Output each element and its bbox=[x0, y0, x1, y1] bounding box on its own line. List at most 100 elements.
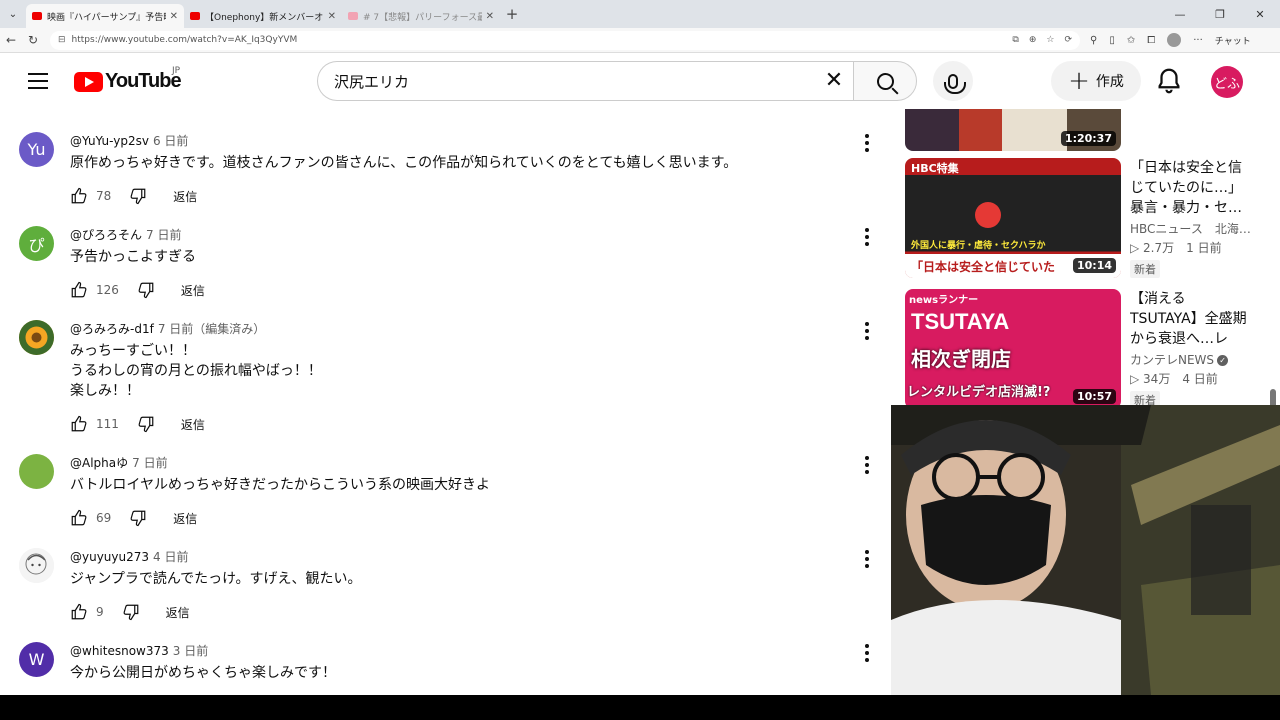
reply-button[interactable]: 返信 bbox=[181, 282, 205, 299]
copilot-chat-button[interactable]: チャット bbox=[1215, 34, 1251, 47]
tab-close-icon[interactable]: ✕ bbox=[170, 11, 178, 22]
comment-author[interactable]: @whitesnow373 bbox=[70, 644, 169, 658]
video-thumbnail[interactable]: HBC特集 外国人に暴行・虐待・セクハラか 「日本は安全と信じていた 10:14 bbox=[905, 158, 1121, 278]
channel-name-row[interactable]: カンテレNEWS ✓ bbox=[1130, 351, 1255, 368]
commenter-avatar[interactable] bbox=[19, 454, 54, 489]
profile-avatar-icon[interactable] bbox=[1167, 33, 1182, 47]
tab-close-icon[interactable]: ✕ bbox=[486, 11, 494, 22]
site-info-icon[interactable]: ⊟ bbox=[58, 35, 66, 45]
comment-author[interactable]: @ぴろろそん bbox=[70, 228, 142, 242]
refresh-page-icon[interactable]: ⟳ bbox=[1064, 35, 1072, 45]
reply-button[interactable]: 返信 bbox=[166, 604, 190, 621]
new-badge: 新着 bbox=[1130, 260, 1160, 278]
like-icon[interactable] bbox=[70, 509, 88, 527]
comment-author[interactable]: @Alphaゆ bbox=[70, 456, 128, 470]
collections-icon[interactable]: ⧠ bbox=[1147, 35, 1155, 46]
comment-more-icon[interactable] bbox=[865, 322, 869, 340]
browser-toolbar: ⚲ ▯ ✩ ⧠ ··· チャット bbox=[1090, 33, 1251, 47]
comment-more-icon[interactable] bbox=[865, 228, 869, 246]
dislike-icon[interactable] bbox=[137, 281, 155, 299]
comment-more-icon[interactable] bbox=[865, 134, 869, 152]
browser-tabbar: ⌄ 映画『ハイパーサンプ』予告映像｜2/11( ✕ 【Onephony】新メンバ… bbox=[0, 0, 1280, 28]
channel-name[interactable]: HBCニュース 北海… bbox=[1130, 220, 1255, 237]
dislike-icon[interactable] bbox=[137, 415, 155, 433]
comment-text: ジャンプラで読んでたっけ。すげえ、観たい。 bbox=[70, 571, 362, 587]
video-stats: ▷ 34万 4 日前 bbox=[1130, 372, 1218, 386]
extensions-icon[interactable]: ⚲ bbox=[1090, 35, 1097, 46]
minimize-icon[interactable]: — bbox=[1160, 8, 1200, 21]
commenter-avatar[interactable]: W bbox=[19, 642, 54, 677]
tab-1[interactable]: 【Onephony】新メンバーオーディション開 ✕ bbox=[184, 4, 342, 28]
comment-more-icon[interactable] bbox=[865, 644, 869, 662]
like-icon[interactable] bbox=[70, 415, 88, 433]
comment-time[interactable]: 7 日前 bbox=[132, 456, 167, 470]
commenter-avatar[interactable] bbox=[19, 548, 54, 583]
commenter-avatar[interactable]: Yu bbox=[19, 132, 54, 167]
comment-time[interactable]: 7 日前 bbox=[146, 228, 181, 242]
tab-close-icon[interactable]: ✕ bbox=[328, 11, 336, 22]
account-avatar[interactable]: どふ bbox=[1211, 66, 1243, 98]
comments-section: Yu @YuYu-yp2sv 6 日前 原作めっちゃ好きです。道枝さんファンの皆さ… bbox=[0, 109, 890, 695]
commenter-avatar[interactable]: ぴ bbox=[19, 226, 54, 261]
comment-meta: @Alphaゆ 7 日前 bbox=[70, 454, 850, 472]
commenter-avatar[interactable] bbox=[19, 320, 54, 355]
tab-0[interactable]: 映画『ハイパーサンプ』予告映像｜2/11( ✕ bbox=[26, 4, 184, 28]
clear-search-icon[interactable]: ✕ bbox=[821, 68, 847, 94]
notifications-bell-icon[interactable] bbox=[1154, 66, 1184, 96]
create-button[interactable]: + 作成 bbox=[1051, 61, 1141, 101]
dislike-icon[interactable] bbox=[129, 509, 147, 527]
url-actions: ⧉ ⊕ ☆ ⟳ bbox=[1012, 35, 1072, 45]
comment-actions: 9 返信 bbox=[70, 601, 850, 623]
youtube-logo[interactable]: YouTube JP bbox=[74, 66, 182, 93]
back-icon[interactable]: ← bbox=[0, 33, 22, 47]
comment-time[interactable]: 6 日前 bbox=[153, 134, 188, 148]
more-menu-icon[interactable]: ··· bbox=[1193, 35, 1203, 46]
tab-2[interactable]: # 7【悲報】パリーフォース最終決戦！ ✕ bbox=[342, 4, 500, 28]
comment-author[interactable]: @yuyuyu273 bbox=[70, 550, 149, 564]
comment-more-icon[interactable] bbox=[865, 550, 869, 568]
app-available-icon[interactable]: ⧉ bbox=[1012, 35, 1018, 45]
like-icon[interactable] bbox=[70, 187, 88, 205]
comment-body: @yuyuyu273 4 日前 ジャンプラで読んでたっけ。すげえ、観たい。 9 返… bbox=[70, 548, 850, 623]
comment-more-icon[interactable] bbox=[865, 456, 869, 474]
search-button[interactable] bbox=[853, 61, 917, 101]
split-screen-icon[interactable]: ▯ bbox=[1109, 35, 1115, 46]
restore-icon[interactable]: ❐ bbox=[1200, 8, 1240, 21]
close-window-icon[interactable]: ✕ bbox=[1240, 8, 1280, 21]
like-icon[interactable] bbox=[70, 281, 88, 299]
recommendation-item[interactable]: newsランナー TSUTAYA 相次ぎ閉店 レンタルビデオ店消滅!? 10:5… bbox=[905, 289, 1265, 414]
voice-search-button[interactable] bbox=[933, 61, 973, 101]
url-field[interactable]: ⊟ https://www.youtube.com/watch?v=AK_Iq3… bbox=[50, 30, 1080, 50]
thumbnail-subtitle: 相次ぎ閉店 bbox=[911, 347, 1011, 371]
comment-body: @ろみろみ-d1f 7 日前（編集済み） みっちーすごい！！ うるわしの宵の月との… bbox=[70, 320, 850, 435]
comment-time[interactable]: 4 日前 bbox=[153, 550, 188, 564]
like-icon[interactable] bbox=[70, 603, 88, 621]
dislike-icon[interactable] bbox=[129, 187, 147, 205]
reply-button[interactable]: 返信 bbox=[181, 416, 205, 433]
reply-button[interactable]: 返信 bbox=[173, 188, 197, 205]
thumbnail-banner: TSUTAYA bbox=[911, 309, 1010, 334]
hamburger-menu-icon[interactable] bbox=[27, 70, 49, 92]
url-text: https://www.youtube.com/watch?v=AK_Iq3Qy… bbox=[71, 35, 298, 45]
video-duration: 1:20:37 bbox=[1060, 131, 1116, 146]
favorite-star-icon[interactable]: ☆ bbox=[1046, 35, 1054, 45]
search-input[interactable]: 沢尻エリカ ✕ bbox=[317, 61, 853, 101]
favorites-icon[interactable]: ✩ bbox=[1127, 35, 1135, 46]
comment-time[interactable]: 3 日前 bbox=[173, 644, 208, 658]
video-title[interactable]: 「日本は安全と信じていたのに…」暴言・暴力・セ… bbox=[1130, 158, 1255, 218]
new-tab-button[interactable]: + bbox=[500, 5, 524, 23]
dislike-icon[interactable] bbox=[122, 603, 140, 621]
comment-time[interactable]: 7 日前（編集済み） bbox=[158, 322, 265, 336]
comment-author[interactable]: @ろみろみ-d1f bbox=[70, 322, 154, 336]
thumbnail-tag: HBC特集 bbox=[911, 162, 959, 175]
tab-list-icon[interactable]: ⌄ bbox=[0, 0, 26, 28]
video-title[interactable]: 【消える TSUTAYA】全盛期から衰退へ…レン… bbox=[1130, 289, 1255, 349]
reply-button[interactable]: 返信 bbox=[173, 510, 197, 527]
comment-author[interactable]: @YuYu-yp2sv bbox=[70, 134, 149, 148]
reload-icon[interactable]: ↻ bbox=[22, 33, 44, 47]
comment-actions: 111 返信 bbox=[70, 413, 850, 435]
zoom-icon[interactable]: ⊕ bbox=[1029, 35, 1037, 45]
recommendation-item[interactable]: HBC特集 外国人に暴行・虐待・セクハラか 「日本は安全と信じていた 10:14… bbox=[905, 158, 1265, 283]
video-thumbnail[interactable]: newsランナー TSUTAYA 相次ぎ閉店 レンタルビデオ店消滅!? 10:5… bbox=[905, 289, 1121, 409]
comment-meta: @yuyuyu273 4 日前 bbox=[70, 548, 850, 566]
